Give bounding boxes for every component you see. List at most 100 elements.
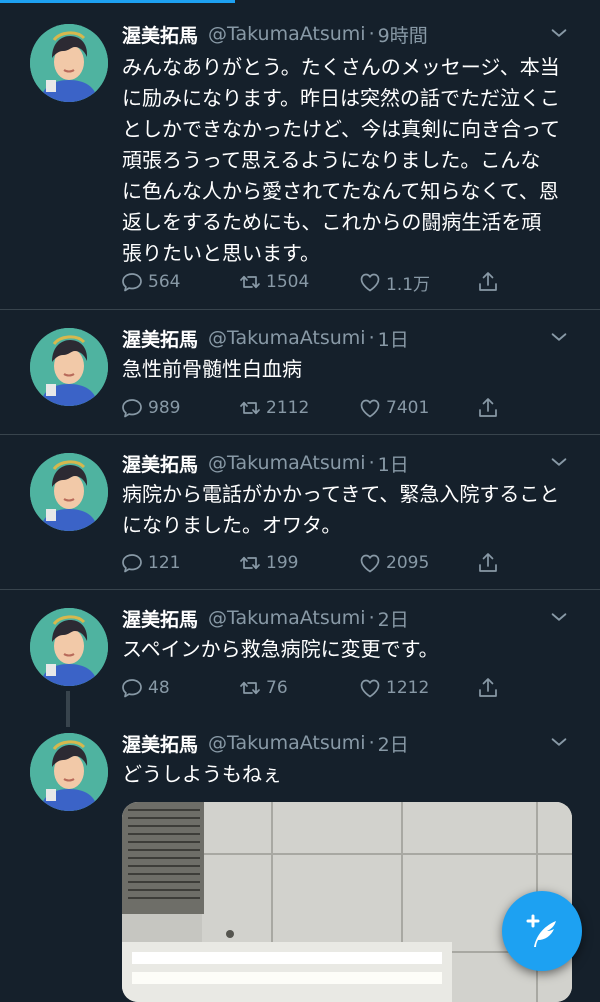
timestamp[interactable]: 1日 [378,325,409,352]
tweet[interactable]: 渥美拓馬 @TakumaAtsumi · 1日 病院から電話がかかってきて、緊急… [0,435,600,590]
retweet-button[interactable]: 199 [238,549,298,577]
tweet-header: 渥美拓馬 @TakumaAtsumi · 2日 [122,600,570,636]
tweet[interactable]: 渥美拓馬 @TakumaAtsumi · 9時間 みんなありがとう。たくさんのメ… [0,0,600,310]
avatar-illustration [30,733,108,811]
tweet-text: どうしようもねぇ [122,762,282,786]
reply-icon [122,399,142,418]
separator-dot: · [368,732,375,754]
separator-dot: · [368,607,375,629]
tweet-text: 急性前骨髄性白血病 [122,357,302,381]
timestamp[interactable]: 1日 [378,450,409,477]
share-icon [479,398,497,417]
chevron-down-icon[interactable] [548,22,570,44]
timestamp[interactable]: 2日 [378,605,409,632]
user-handle[interactable]: @TakumaAtsumi [208,452,366,474]
avatar-illustration [30,24,108,102]
heart-icon [360,399,380,418]
share-button[interactable] [476,549,504,577]
share-button[interactable] [476,394,504,422]
retweet-icon [240,681,260,695]
tweet-text: 病院から電話がかかってきて、緊急入院することになりました。オワタ。 [122,482,560,537]
avatar-illustration [30,453,108,531]
retweet-count: 2112 [266,398,310,418]
retweet-icon [240,275,260,289]
timestamp[interactable]: 9時間 [378,21,428,48]
reply-icon [122,273,142,292]
avatar[interactable] [30,733,108,811]
chevron-down-icon[interactable] [548,731,570,753]
like-button[interactable]: 1212 [358,674,429,702]
chevron-down-icon[interactable] [548,606,570,628]
like-count: 7401 [386,398,430,418]
share-button[interactable] [476,674,504,702]
tweet[interactable]: 渥美拓馬 @TakumaAtsumi · 1日 急性前骨髄性白血病 989 21… [0,310,600,435]
like-button[interactable]: 1.1万 [358,268,430,296]
share-button[interactable] [476,268,504,296]
user-handle[interactable]: @TakumaAtsumi [208,23,366,45]
avatar-illustration [30,608,108,686]
tweet-actions: 48 76 1212 [120,674,520,702]
tweet-actions: 564 1504 1.1万 [120,268,520,296]
reply-count: 48 [148,678,170,698]
like-button[interactable]: 2095 [358,549,429,577]
like-count: 2095 [386,553,430,573]
retweet-icon [240,556,260,570]
retweet-button[interactable]: 1504 [238,268,309,296]
tweet-header: 渥美拓馬 @TakumaAtsumi · 2日 [122,725,570,761]
reply-button[interactable]: 121 [120,549,180,577]
user-handle[interactable]: @TakumaAtsumi [208,327,366,349]
share-icon [479,678,497,697]
display-name[interactable]: 渥美拓馬 [122,730,198,757]
ceiling-photo [122,802,572,1002]
tweet-actions: 121 199 2095 [120,549,520,577]
retweet-count: 76 [266,678,288,698]
reply-count: 564 [148,272,181,292]
retweet-count: 199 [266,553,299,573]
tweet-actions: 989 2112 7401 [120,394,520,422]
heart-icon [360,273,380,292]
heart-icon [360,554,380,573]
user-handle[interactable]: @TakumaAtsumi [208,607,366,629]
display-name[interactable]: 渥美拓馬 [122,325,198,352]
reply-button[interactable]: 989 [120,394,180,422]
reply-count: 989 [148,398,181,418]
separator-dot: · [368,452,375,474]
like-count: 1212 [386,678,430,698]
tweet-text: スペインから救急病院に変更です。 [122,637,439,661]
chevron-down-icon[interactable] [548,326,570,348]
separator-dot: · [368,327,375,349]
tweet-text: みんなありがとう。たくさんのメッセージ、本当に励みになります。昨日は突然の話でた… [122,55,560,265]
tweet-header: 渥美拓馬 @TakumaAtsumi · 1日 [122,320,570,356]
retweet-button[interactable]: 2112 [238,394,309,422]
tweet-media-image[interactable] [122,802,572,1002]
compose-tweet-icon [526,914,556,947]
separator-dot: · [368,23,375,45]
display-name[interactable]: 渥美拓馬 [122,21,198,48]
heart-icon [360,679,380,698]
avatar[interactable] [30,453,108,531]
reply-button[interactable]: 564 [120,268,180,296]
share-icon [479,553,497,572]
like-count: 1.1万 [386,274,431,295]
retweet-count: 1504 [266,272,310,292]
timestamp[interactable]: 2日 [378,730,409,757]
share-icon [479,272,497,291]
like-button[interactable]: 7401 [358,394,429,422]
display-name[interactable]: 渥美拓馬 [122,450,198,477]
tweet-header: 渥美拓馬 @TakumaAtsumi · 1日 [122,445,570,481]
display-name[interactable]: 渥美拓馬 [122,605,198,632]
tweet-header: 渥美拓馬 @TakumaAtsumi · 9時間 [122,16,570,52]
user-handle[interactable]: @TakumaAtsumi [208,732,366,754]
retweet-icon [240,401,260,415]
compose-tweet-button[interactable] [502,891,582,971]
retweet-button[interactable]: 76 [238,674,288,702]
reply-button[interactable]: 48 [120,674,170,702]
reply-icon [122,679,142,698]
chevron-down-icon[interactable] [548,451,570,473]
avatar[interactable] [30,608,108,686]
avatar[interactable] [30,24,108,102]
reply-icon [122,554,142,573]
reply-count: 121 [148,553,181,573]
tweet[interactable]: 渥美拓馬 @TakumaAtsumi · 2日 スペインから救急病院に変更です。… [0,590,600,715]
avatar[interactable] [30,328,108,406]
